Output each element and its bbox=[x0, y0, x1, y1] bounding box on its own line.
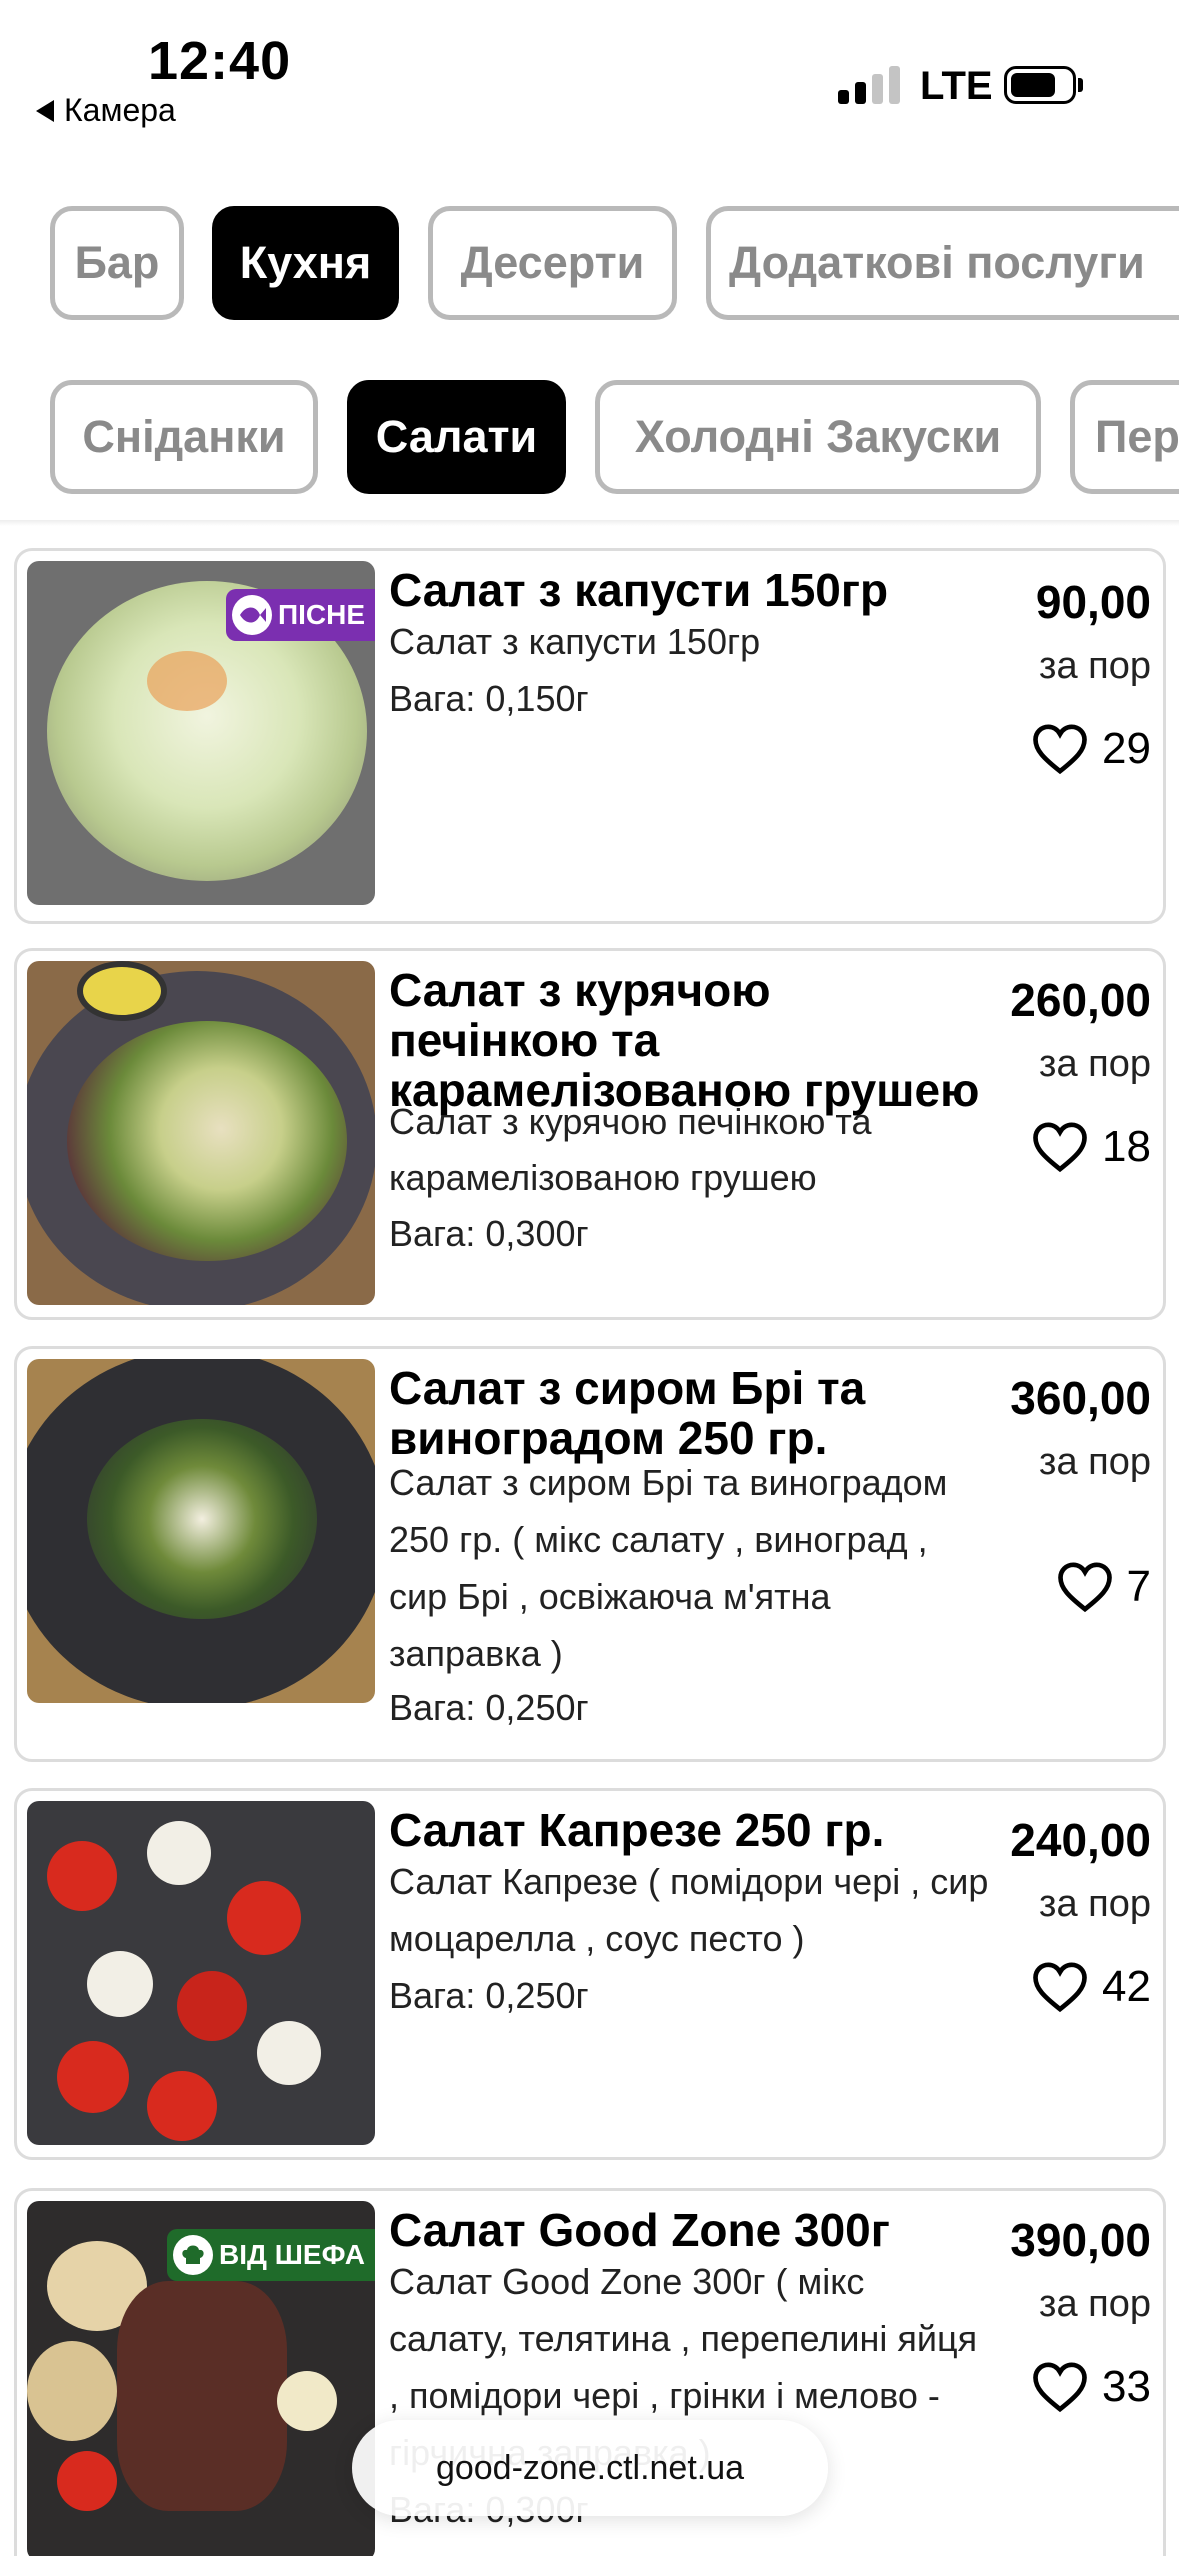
battery-icon bbox=[1004, 66, 1076, 104]
tab-next-category[interactable]: Пер bbox=[1070, 380, 1179, 494]
tab-bar[interactable]: Бар bbox=[50, 206, 184, 320]
url-text: good-zone.ctl.net.ua bbox=[435, 2448, 745, 2487]
like-count: 33 bbox=[1102, 2362, 1151, 2411]
tab-extra-services[interactable]: Додаткові послуги bbox=[706, 206, 1179, 320]
status-time: 12:40 bbox=[148, 31, 292, 91]
like-button[interactable]: 33 bbox=[1032, 2361, 1151, 2413]
tabs-divider bbox=[0, 520, 1179, 526]
item-unit: за пор bbox=[1039, 1043, 1151, 1085]
item-title: Салат з капусти 150гр bbox=[389, 564, 889, 616]
back-arrow-icon bbox=[36, 99, 54, 122]
heart-icon bbox=[1033, 724, 1087, 775]
battery-cap bbox=[1078, 78, 1083, 92]
item-unit: за пор bbox=[1039, 645, 1151, 687]
item-title: Салат з курячою печінкою та карамелізова… bbox=[389, 964, 980, 1116]
like-count: 42 bbox=[1102, 1962, 1151, 2011]
item-title: Салат Капрезе 250 гр. bbox=[389, 1804, 885, 1856]
back-label: Камера bbox=[64, 92, 176, 128]
like-button[interactable]: 7 bbox=[1057, 1561, 1151, 1613]
category-tabs: Бар Кухня Десерти Додаткові послуги bbox=[0, 206, 1179, 322]
tab-cold-appetizers[interactable]: Холодні Закуски bbox=[595, 380, 1041, 494]
tab-breakfasts[interactable]: Сніданки bbox=[50, 380, 318, 494]
tab-kitchen[interactable]: Кухня bbox=[212, 206, 399, 320]
fish-icon bbox=[231, 595, 272, 635]
tab-desserts[interactable]: Десерти bbox=[428, 206, 677, 320]
item-weight: Вага: 0,150г bbox=[389, 678, 589, 719]
item-price: 240,00 bbox=[1010, 1814, 1151, 1866]
item-description: Салат Капрезе ( помідори чері , сир моца… bbox=[389, 1861, 989, 1959]
menu-item-card[interactable]: Салат Капрезе 250 гр. Салат Капрезе ( по… bbox=[14, 1788, 1166, 2160]
heart-icon bbox=[1033, 1962, 1087, 2013]
item-price: 390,00 bbox=[1010, 2214, 1151, 2266]
heart-icon bbox=[1033, 1122, 1087, 1173]
chef-badge: ВІД ШЕФА bbox=[167, 2229, 375, 2281]
item-price: 90,00 bbox=[1035, 576, 1151, 628]
tab-salads[interactable]: Салати bbox=[347, 380, 566, 494]
item-unit: за пор bbox=[1039, 2283, 1151, 2325]
like-count: 18 bbox=[1102, 1122, 1151, 1171]
network-type: LTE bbox=[920, 64, 993, 108]
signal-icon bbox=[838, 64, 900, 104]
like-button[interactable]: 29 bbox=[1032, 723, 1151, 775]
subcategory-tabs: Сніданки Салати Холодні Закуски Пер bbox=[0, 380, 1179, 496]
menu-item-card[interactable]: ПІСНЕ Салат з капусти 150гр Салат з капу… bbox=[14, 548, 1166, 924]
heart-icon bbox=[1033, 2362, 1087, 2413]
item-unit: за пор bbox=[1039, 1441, 1151, 1483]
item-price: 360,00 bbox=[1010, 1372, 1151, 1424]
item-title: Салат Good Zone 300г bbox=[389, 2204, 890, 2256]
dish-photo bbox=[27, 961, 375, 1305]
item-weight: Вага: 0,250г bbox=[389, 1687, 589, 1728]
item-unit: за пор bbox=[1039, 1883, 1151, 1925]
menu-item-card[interactable]: Салат з курячою печінкою та карамелізова… bbox=[14, 948, 1166, 1320]
chef-hat-icon bbox=[173, 2235, 214, 2275]
dish-photo bbox=[27, 1359, 375, 1703]
like-button[interactable]: 18 bbox=[1032, 1121, 1151, 1173]
dish-photo: ВІД ШЕФА bbox=[27, 2201, 375, 2556]
dish-photo bbox=[27, 1801, 375, 2145]
heart-icon bbox=[1057, 1562, 1112, 1613]
item-description: Салат з капусти 150гр bbox=[389, 621, 761, 662]
lenten-badge: ПІСНЕ bbox=[225, 589, 375, 641]
like-count: 29 bbox=[1102, 724, 1151, 773]
like-button[interactable]: 42 bbox=[1032, 1961, 1151, 2013]
item-price: 260,00 bbox=[1010, 974, 1151, 1026]
dish-photo: ПІСНЕ bbox=[27, 561, 375, 905]
menu-item-card[interactable]: Салат з сиром Брі та виноградом 250 гр. … bbox=[14, 1346, 1166, 1762]
item-weight: Вага: 0,300г bbox=[389, 1213, 589, 1254]
status-bar: 12:40 Камера LTE bbox=[0, 0, 1179, 150]
item-title: Салат з сиром Брі та виноградом 250 гр. bbox=[389, 1362, 866, 1464]
item-weight: Вага: 0,250г bbox=[389, 1975, 589, 2016]
like-count: 7 bbox=[1126, 1562, 1151, 1611]
item-description: Салат з курячою печінкою та карамелізова… bbox=[389, 1101, 872, 1198]
item-description: Салат з сиром Брі та виноградом 250 гр. … bbox=[389, 1462, 948, 1674]
browser-url-bar[interactable]: good-zone.ctl.net.ua bbox=[352, 2420, 828, 2516]
back-to-camera-link[interactable]: Камера bbox=[36, 92, 176, 129]
